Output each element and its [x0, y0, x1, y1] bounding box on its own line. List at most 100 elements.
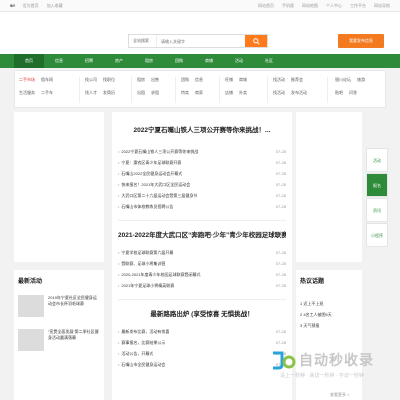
- headline-1[interactable]: 2022宁夏石嘴山铁人三项公开赛等你来挑战！...: [118, 124, 286, 134]
- top-link-user[interactable]: 个人中心: [326, 3, 342, 9]
- subnav-link[interactable]: 问答: [349, 90, 357, 96]
- view-more-link[interactable]: 查看更多 >: [330, 392, 349, 398]
- item-title[interactable]: 石嘴山2022全民健身运动会开幕式: [118, 171, 182, 177]
- add-favorite-link[interactable]: 加入收藏: [47, 3, 63, 9]
- nav-item-rent[interactable]: 租房: [134, 54, 164, 68]
- subnav-link[interactable]: 贴吧: [335, 90, 343, 96]
- item-title[interactable]: 宁夏学校足球联赛第六届开幕: [118, 250, 173, 256]
- article-thumbnail[interactable]: [18, 329, 44, 351]
- search-scope-select[interactable]: 全站搜索: [129, 35, 157, 47]
- site-logo[interactable]: [18, 22, 98, 44]
- top-link-sitemap[interactable]: 网站地图: [302, 3, 318, 9]
- top-link-home[interactable]: 网站首页: [258, 3, 274, 9]
- list-item[interactable]: 快来报名！2021年大武口区全民运动会 07-28: [118, 179, 286, 190]
- list-item[interactable]: 石嘴山市体校教练员招聘公告 07-28: [118, 201, 286, 212]
- subnav-link[interactable]: 特卖: [181, 90, 189, 96]
- item-title[interactable]: 石嘴山市全民健身运动会: [118, 362, 165, 368]
- item-title[interactable]: 赛事报名，比赛结果公示: [118, 340, 165, 346]
- set-homepage-link[interactable]: 设为首页: [23, 3, 39, 9]
- nav-item-group-buy[interactable]: 团购: [164, 54, 194, 68]
- list-item[interactable]: 1 近上不上班: [300, 301, 358, 306]
- subnav-link[interactable]: 发布活动: [291, 90, 307, 96]
- headline-3[interactable]: 最新路路出炉 (享受惊喜 无惧挑战！: [118, 308, 286, 318]
- list-item[interactable]: 宁夏学校足球联赛第六届开幕 07-28: [118, 247, 286, 258]
- top-link-work[interactable]: 工作平台: [350, 3, 366, 9]
- subnav-link[interactable]: 团购: [181, 77, 189, 83]
- subnav-link[interactable]: 店铺: [225, 90, 233, 96]
- nav-item-house[interactable]: 房产: [104, 54, 134, 68]
- list-item[interactable]: 2019年宁夏社区全民健身运动会市长杯羽毛球赛: [18, 295, 100, 317]
- list-item[interactable]: 2 4名工人被困5天: [300, 312, 358, 317]
- list-item[interactable]: 2021年宁夏足球小将精英联赛 07-28: [118, 280, 286, 291]
- subnav-link[interactable]: 商家: [195, 90, 203, 96]
- top-link-mobile[interactable]: 手机版: [282, 3, 294, 9]
- subnav-link[interactable]: 信息: [195, 77, 203, 83]
- item-title[interactable]: 2022宁夏石嘴山铁人三项公开赛等你来挑战: [118, 149, 198, 155]
- side-tab-events[interactable]: 活动: [366, 148, 388, 172]
- nav-item-events[interactable]: 活动: [224, 54, 254, 68]
- item-date: 07-28: [275, 329, 286, 334]
- article-text[interactable]: 2019年宁夏社区全民健身运动会市长杯羽毛球赛: [48, 295, 100, 317]
- nav-item-info[interactable]: 信息: [44, 54, 74, 68]
- subnav-link[interactable]: 出租: [137, 90, 145, 96]
- topic-text[interactable]: 2 4名工人被困5天: [300, 312, 332, 317]
- subnav-link[interactable]: 租车网: [41, 77, 53, 83]
- topic-text[interactable]: 3 天气预报: [300, 323, 319, 328]
- nav-item-jobs[interactable]: 招聘: [74, 54, 104, 68]
- list-item[interactable]: 最新发布比赛，活动有惊喜 07-28: [118, 326, 286, 337]
- list-item[interactable]: 暨联赛、足球小将集训营 07-28: [118, 258, 286, 269]
- subnav-link[interactable]: 旺铺: [225, 77, 233, 83]
- item-title[interactable]: 石嘴山市体校教练员招聘公告: [118, 204, 173, 210]
- item-date: 07-28: [275, 261, 286, 266]
- subnav-link[interactable]: 求租: [151, 90, 159, 96]
- subnav-link[interactable]: 找活动: [273, 77, 285, 83]
- list-item[interactable]: 3 天气预报: [300, 323, 358, 328]
- side-tab-miniapp[interactable]: 小程序: [366, 223, 388, 247]
- topic-text[interactable]: 1 近上不上班: [300, 301, 323, 306]
- nav-item-shops[interactable]: 商铺: [194, 54, 224, 68]
- side-tab-news[interactable]: 资讯: [366, 198, 388, 222]
- item-title[interactable]: 2020-2021年度青少年校园足球联赛暨闭幕式: [118, 272, 200, 278]
- item-title[interactable]: 宁夏：惠农区青少年足球联赛开赛: [118, 160, 181, 166]
- list-item[interactable]: “宣贯全面发展”第二季社区健身活动圆满落幕: [18, 329, 100, 351]
- nav-item-community[interactable]: 社区: [254, 54, 284, 68]
- list-item[interactable]: 2020-2021年度青少年校园足球联赛暨闭幕式 07-28: [118, 269, 286, 280]
- subnav-link[interactable]: 出售: [151, 77, 159, 83]
- list-item[interactable]: 大武口区第二十六届运动会暨第三届健身节 07-28: [118, 190, 286, 201]
- subnav-link[interactable]: 租房: [137, 77, 145, 83]
- item-title[interactable]: 2021年宁夏足球小将精英联赛: [118, 283, 174, 289]
- headline-2[interactable]: 2021-2022年度大武口区“奔跑吧·少年”青少年校园足球联赛 第六...: [118, 229, 286, 239]
- item-title[interactable]: 暨联赛、足球小将集训营: [118, 261, 165, 267]
- top-link-nav[interactable]: 网站导航: [374, 3, 390, 9]
- list-item[interactable]: 石嘴山2022全民健身运动会开幕式 07-28: [118, 168, 286, 179]
- article-text[interactable]: “宣贯全面发展”第二季社区健身活动圆满落幕: [48, 329, 100, 351]
- side-tab-signup[interactable]: 报名: [366, 173, 388, 197]
- subnav-link[interactable]: 找职位: [103, 77, 115, 83]
- item-title[interactable]: 快来报名！2021年大武口区全民运动会: [118, 182, 190, 188]
- subnav-link[interactable]: 外卖: [239, 90, 247, 96]
- article-thumbnail[interactable]: [18, 295, 44, 317]
- item-title[interactable]: 最新发布比赛，活动有惊喜: [118, 329, 169, 335]
- subnav-link[interactable]: 银川论坛: [335, 77, 351, 83]
- subnav-link[interactable]: 找人才: [85, 90, 97, 96]
- list-item[interactable]: 赛事报名，比赛结果公示 07-28: [118, 337, 286, 348]
- subnav-link[interactable]: 旅游: [357, 77, 365, 83]
- latest-events-panel: 最新活动 2019年宁夏社区全民健身运动会市长杯羽毛球赛 “宣贯全面发展”第二季…: [14, 270, 104, 400]
- top-bar: 5/f 设为首页 加入收藏 网站首页 手机版 网站地图 个人中心 工作平台 网站…: [0, 0, 400, 12]
- nav-item-home[interactable]: 首页: [14, 54, 44, 68]
- search-input[interactable]: [157, 35, 245, 47]
- subnav-link[interactable]: 商城: [239, 77, 247, 83]
- search-button[interactable]: [245, 35, 267, 47]
- subnav-link[interactable]: 发简历: [103, 90, 115, 96]
- list-item[interactable]: 2022宁夏石嘴山铁人三项公开赛等你来挑战 07-28: [118, 146, 286, 157]
- subnav-link[interactable]: 找活动: [273, 90, 285, 96]
- subnav-link[interactable]: 找公司: [85, 77, 97, 83]
- list-item[interactable]: 宁夏：惠农区青少年足球联赛开赛 07-28: [118, 157, 286, 168]
- item-title[interactable]: 大武口区第二十六届运动会暨第三届健身节: [118, 193, 197, 199]
- subnav-link[interactable]: 二手车: [41, 90, 53, 96]
- post-info-button[interactable]: 我要发布信息: [338, 34, 384, 48]
- item-title[interactable]: 活动公告，开幕式: [118, 351, 153, 357]
- subnav-link[interactable]: 推荐会: [291, 77, 303, 83]
- subnav-link[interactable]: 生活服务: [19, 90, 35, 96]
- subnav-link[interactable]: 二手市场: [19, 77, 35, 83]
